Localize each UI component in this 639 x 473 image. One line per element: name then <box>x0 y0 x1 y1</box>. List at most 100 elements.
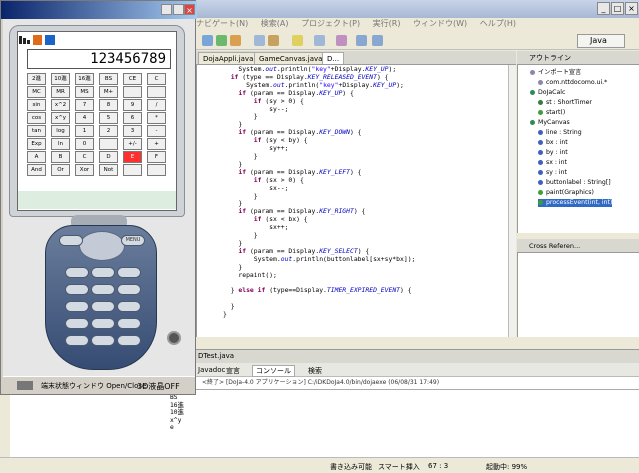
new-class-icon[interactable] <box>230 35 241 46</box>
calc-key[interactable]: M+ <box>99 86 118 98</box>
tab-dojaappli[interactable]: DojaAppli.java <box>198 52 259 64</box>
calc-key[interactable]: MR <box>51 86 70 98</box>
phone-key[interactable] <box>91 318 115 329</box>
calc-key[interactable]: C <box>75 151 94 163</box>
menu-run[interactable]: 実行(R) <box>373 18 401 29</box>
calc-key[interactable]: x^y <box>51 112 70 124</box>
annotation-icon[interactable] <box>314 35 325 46</box>
tab-gamecanvas[interactable]: GameCanvas.java <box>254 52 328 64</box>
calc-key[interactable]: x^2 <box>51 99 70 111</box>
outline-item[interactable]: paint(Graphics) <box>538 189 594 197</box>
tab-dtest[interactable]: DTest.java <box>198 352 234 360</box>
side-button-icon[interactable] <box>167 331 181 345</box>
outline-item[interactable]: インポート宣言 <box>530 69 581 77</box>
emu-minimize-icon[interactable] <box>161 4 172 15</box>
calc-key[interactable]: Xor <box>75 164 94 176</box>
minimize-icon[interactable]: _ <box>597 2 610 15</box>
calc-key[interactable]: CE <box>123 73 142 85</box>
outline-item[interactable]: start() <box>538 109 565 117</box>
calc-key[interactable]: 4 <box>75 112 94 124</box>
maximize-icon[interactable]: □ <box>611 2 624 15</box>
calc-key[interactable]: sin <box>27 99 46 111</box>
outline-item[interactable]: bx : int <box>538 139 568 147</box>
lcd-3d-toggle[interactable]: 3D液晶OFF <box>137 381 180 392</box>
calc-key[interactable]: BS <box>99 73 118 85</box>
calc-key[interactable]: And <box>27 164 46 176</box>
outline-item[interactable]: MyCanvas <box>530 119 570 127</box>
outline-item[interactable]: buttonlabel : String[] <box>538 179 611 187</box>
calc-key[interactable]: E <box>123 151 142 163</box>
calc-key[interactable]: cos <box>27 112 46 124</box>
back-icon[interactable] <box>356 35 367 46</box>
outline-item[interactable]: sy : int <box>538 169 567 177</box>
toggle-icon[interactable] <box>17 381 33 390</box>
folder-icon[interactable] <box>268 35 279 46</box>
calc-key[interactable]: 8 <box>99 99 118 111</box>
menu-project[interactable]: プロジェクト(P) <box>301 18 360 29</box>
phone-key[interactable] <box>65 318 89 329</box>
calc-key[interactable] <box>123 164 142 176</box>
calc-key[interactable]: 6 <box>123 112 142 124</box>
phone-key[interactable] <box>91 335 115 346</box>
calc-key[interactable]: C <box>147 73 166 85</box>
calc-key[interactable]: * <box>147 112 166 124</box>
phone-key[interactable] <box>117 335 141 346</box>
code-editor[interactable]: System.out.println("key"+Display.KEY_UP)… <box>196 65 508 337</box>
outline-item[interactable]: sx : int <box>538 159 567 167</box>
tab-active[interactable]: D... <box>322 52 345 64</box>
search-icon[interactable] <box>292 35 303 46</box>
emu-close-icon[interactable]: × <box>184 4 195 15</box>
calc-key[interactable]: Not <box>99 164 118 176</box>
calc-key[interactable]: 0 <box>75 138 94 150</box>
phone-key[interactable] <box>91 267 115 278</box>
calc-key[interactable]: Or <box>51 164 70 176</box>
calc-key[interactable] <box>123 86 142 98</box>
calc-key[interactable]: MC <box>27 86 46 98</box>
outline-item[interactable]: line : String <box>538 129 582 137</box>
tab-javadoc[interactable]: Javadoc <box>198 366 225 374</box>
phone-key[interactable] <box>65 335 89 346</box>
calc-key[interactable]: 7 <box>75 99 94 111</box>
emu-maximize-icon[interactable] <box>173 4 184 15</box>
phone-key[interactable] <box>91 284 115 295</box>
run-icon[interactable] <box>202 35 213 46</box>
softkey-left[interactable] <box>59 235 83 246</box>
java-perspective-button[interactable]: Java <box>577 34 625 48</box>
calc-key[interactable] <box>147 86 166 98</box>
outline-header[interactable]: アウトライン <box>517 51 639 65</box>
debug-icon[interactable] <box>216 35 227 46</box>
calc-key[interactable]: Exp <box>27 138 46 150</box>
calc-key[interactable]: 2 <box>99 125 118 137</box>
close-icon[interactable]: × <box>625 2 638 15</box>
calc-key[interactable]: 3 <box>123 125 142 137</box>
editor-scrollbar[interactable] <box>508 65 516 337</box>
phone-key[interactable] <box>65 284 89 295</box>
tab-console[interactable]: コンソール <box>252 365 295 377</box>
menu-help[interactable]: ヘルプ(H) <box>480 18 516 29</box>
calc-key[interactable]: 5 <box>99 112 118 124</box>
outline-item[interactable]: by : int <box>538 149 568 157</box>
calc-key[interactable]: 10進 <box>51 73 70 85</box>
cross-reference-header[interactable]: Cross Referen... <box>517 239 639 253</box>
calc-key[interactable]: 16進 <box>75 73 94 85</box>
tab-declaration[interactable]: 宣言 <box>226 366 240 376</box>
open-type-icon[interactable] <box>254 35 265 46</box>
calc-key[interactable]: tan <box>27 125 46 137</box>
calc-key[interactable]: MS <box>75 86 94 98</box>
phone-key[interactable] <box>117 318 141 329</box>
calc-key[interactable]: B <box>51 151 70 163</box>
calc-key[interactable]: - <box>147 125 166 137</box>
menu-key[interactable]: MENU <box>121 235 145 246</box>
calc-key[interactable]: / <box>147 99 166 111</box>
menu-search[interactable]: 検索(A) <box>261 18 289 29</box>
tab-search[interactable]: 検索 <box>308 366 322 376</box>
outline-item[interactable]: st : ShortTimer <box>538 99 592 107</box>
calc-key[interactable]: F <box>147 151 166 163</box>
forward-icon[interactable] <box>372 35 383 46</box>
phone-key[interactable] <box>117 284 141 295</box>
calc-key[interactable]: +/- <box>123 138 142 150</box>
console-output[interactable]: BS 16進 10進 x^y e <box>10 389 639 457</box>
phone-key[interactable] <box>117 301 141 312</box>
calc-key[interactable] <box>147 164 166 176</box>
calc-key[interactable]: ln <box>51 138 70 150</box>
